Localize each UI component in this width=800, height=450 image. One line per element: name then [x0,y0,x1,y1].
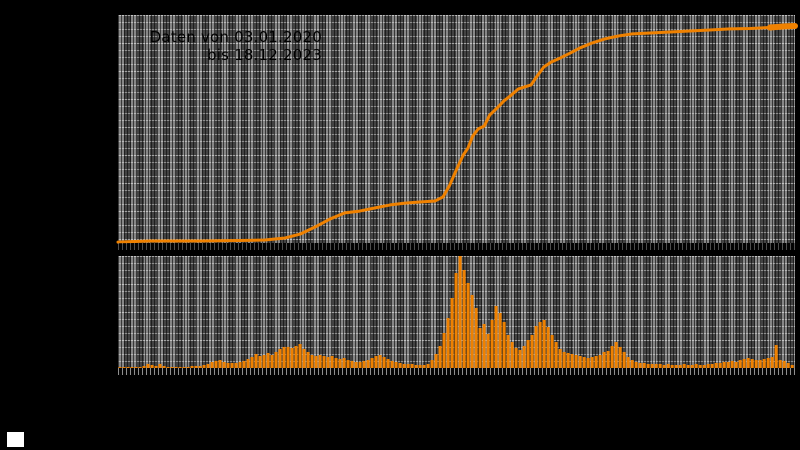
cumulative-panel: Daten von 03.01.2020 bis 18.12.2023 [118,15,795,243]
date-range-line1: Daten von 03.01.2020 [149,28,322,46]
date-range-annotation: Daten von 03.01.2020 bis 18.12.2023 [124,28,322,64]
daily-panel [118,256,795,368]
white-square-marker [7,432,24,447]
date-range-line2: bis 18.12.2023 [207,46,322,64]
top-panel-axis-ticks [118,243,795,250]
bottom-panel-axis-ticks [118,368,795,375]
chart-canvas: Daten von 03.01.2020 bis 18.12.2023 [0,0,800,450]
daily-bar-plot [118,256,794,368]
